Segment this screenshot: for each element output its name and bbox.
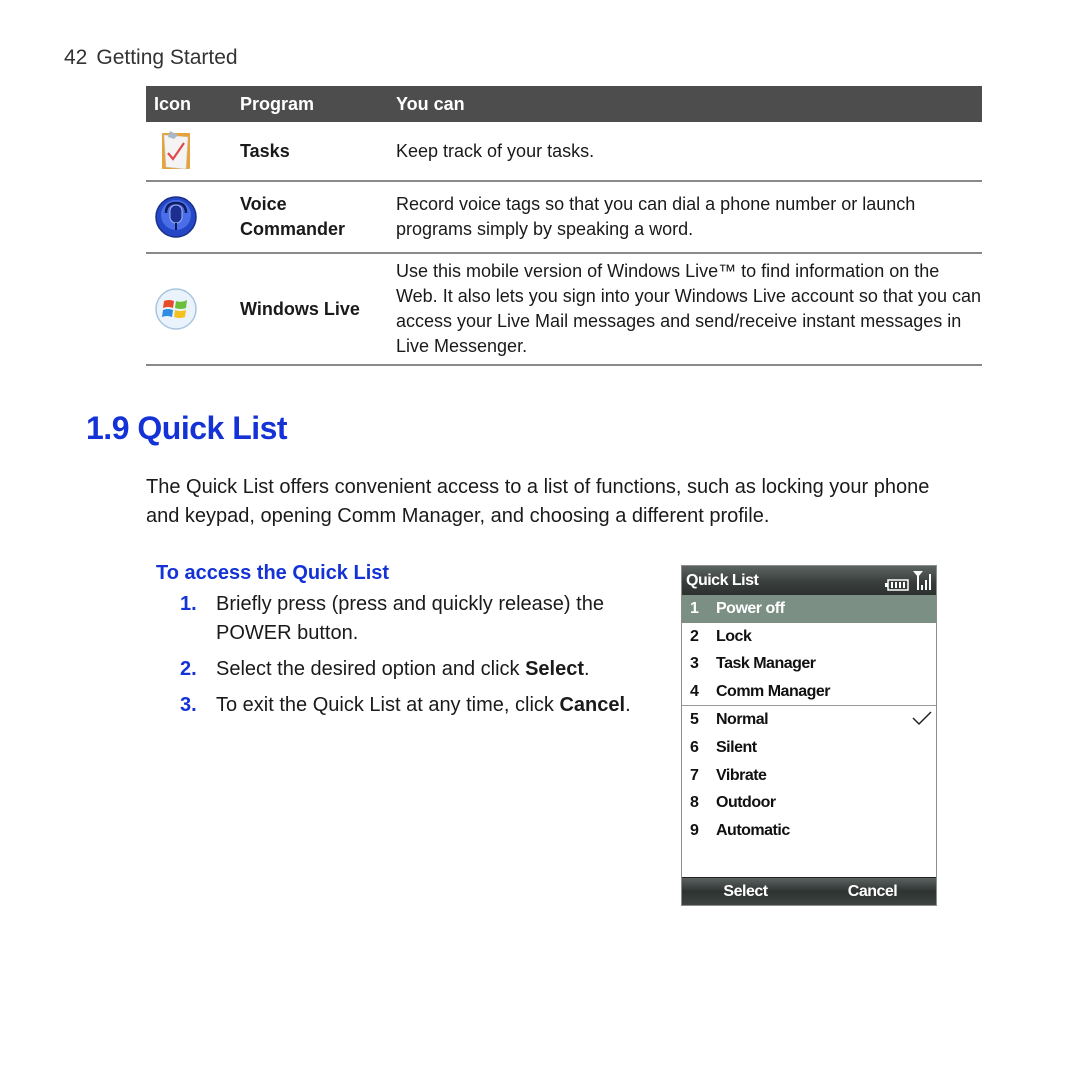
step-text-end: .	[584, 658, 590, 680]
header-you-can: You can	[388, 86, 982, 122]
quick-list-item[interactable]: 4 Comm Manager	[682, 678, 936, 706]
item-label: Normal	[716, 711, 769, 729]
step-item: 2. Select the desired option and click S…	[180, 655, 660, 684]
quick-list-item[interactable]: 6 Silent	[682, 734, 936, 762]
item-number: 4	[690, 682, 699, 700]
softkey-bar: Select Cancel	[682, 877, 936, 905]
step-text: Select the desired option and click	[216, 658, 526, 680]
item-label: Lock	[716, 627, 752, 645]
quick-list-item[interactable]: 8 Outdoor	[682, 789, 936, 817]
program-description: Record voice tags so that you can dial a…	[388, 181, 982, 254]
program-name-line2: Commander	[240, 219, 346, 239]
quick-list-item[interactable]: 3 Task Manager	[682, 650, 936, 678]
step-text: To exit the Quick List at any time, clic…	[216, 694, 560, 716]
item-number: 2	[690, 627, 699, 645]
softkey-select[interactable]: Select	[682, 878, 809, 905]
program-name: Windows Live	[232, 253, 388, 366]
step-bold-term: Cancel	[559, 694, 626, 716]
item-number: 9	[690, 821, 699, 839]
table-row: Windows Live Use this mobile version of …	[146, 253, 982, 366]
item-label: Vibrate	[716, 766, 767, 784]
program-name-line1: Voice	[240, 194, 287, 214]
page-number: 42	[64, 46, 88, 69]
battery-icon	[885, 579, 909, 591]
program-description: Keep track of your tasks.	[388, 122, 982, 182]
step-item: 1. Briefly press (press and quickly rele…	[180, 590, 660, 648]
item-number: 5	[690, 711, 699, 729]
quick-list-item[interactable]: 9 Automatic	[682, 817, 936, 845]
quick-list-item[interactable]: 5 Normal	[682, 705, 936, 734]
item-label: Outdoor	[716, 794, 776, 812]
running-head: 42 Getting Started	[64, 46, 238, 70]
step-item: 3. To exit the Quick List at any time, c…	[180, 691, 660, 720]
programs-table: Icon Program You can Tasks Keep track of…	[146, 86, 982, 366]
item-number: 3	[690, 655, 699, 673]
step-text: Briefly press (press and quickly release…	[216, 593, 604, 644]
quick-list-screenshot: Quick List 1 Power off 2 Lock 3 Task Manager 4…	[681, 565, 937, 906]
item-number: 6	[690, 738, 699, 756]
program-description: Use this mobile version of Windows Live™…	[388, 253, 982, 366]
item-number: 8	[690, 794, 699, 812]
step-number: 3.	[180, 694, 197, 716]
checkmark-icon	[912, 711, 932, 726]
signal-strength-icon	[913, 571, 931, 590]
phone-title: Quick List	[686, 572, 759, 589]
procedure-steps: 1. Briefly press (press and quickly rele…	[180, 590, 660, 727]
table-row: Tasks Keep track of your tasks.	[146, 122, 982, 182]
item-label: Power off	[716, 600, 785, 617]
item-label: Comm Manager	[716, 682, 831, 700]
tasks-clipboard-icon	[162, 131, 190, 170]
quick-list-item[interactable]: 1 Power off	[682, 595, 936, 623]
step-number: 1.	[180, 593, 197, 615]
phone-title-bar: Quick List	[682, 566, 936, 595]
header-program: Program	[232, 86, 388, 122]
quick-list-items: 1 Power off 2 Lock 3 Task Manager 4 Comm Manage…	[682, 595, 936, 844]
item-label: Silent	[716, 738, 757, 756]
item-label: Task Manager	[716, 655, 816, 673]
softkey-cancel[interactable]: Cancel	[809, 878, 936, 905]
item-label: Automatic	[716, 821, 790, 839]
procedure-title: To access the Quick List	[156, 562, 390, 584]
item-number: 1	[690, 600, 699, 617]
table-header-row: Icon Program You can	[146, 86, 982, 122]
step-number: 2.	[180, 658, 197, 680]
header-icon: Icon	[146, 86, 232, 122]
windows-live-logo-icon	[155, 288, 197, 330]
quick-list-item[interactable]: 7 Vibrate	[682, 762, 936, 790]
voice-commander-microphone-icon	[155, 196, 197, 238]
step-text-end: .	[625, 694, 631, 716]
quick-list-item[interactable]: 2 Lock	[682, 623, 936, 651]
chapter-title: Getting Started	[96, 46, 238, 69]
section-intro: The Quick List offers convenient access …	[146, 476, 930, 527]
program-name: Tasks	[232, 122, 388, 182]
step-bold-term: Select	[525, 658, 585, 680]
item-number: 7	[690, 766, 699, 784]
table-row: Voice Commander Record voice tags so tha…	[146, 181, 982, 254]
section-title: 1.9 Quick List	[86, 410, 288, 446]
